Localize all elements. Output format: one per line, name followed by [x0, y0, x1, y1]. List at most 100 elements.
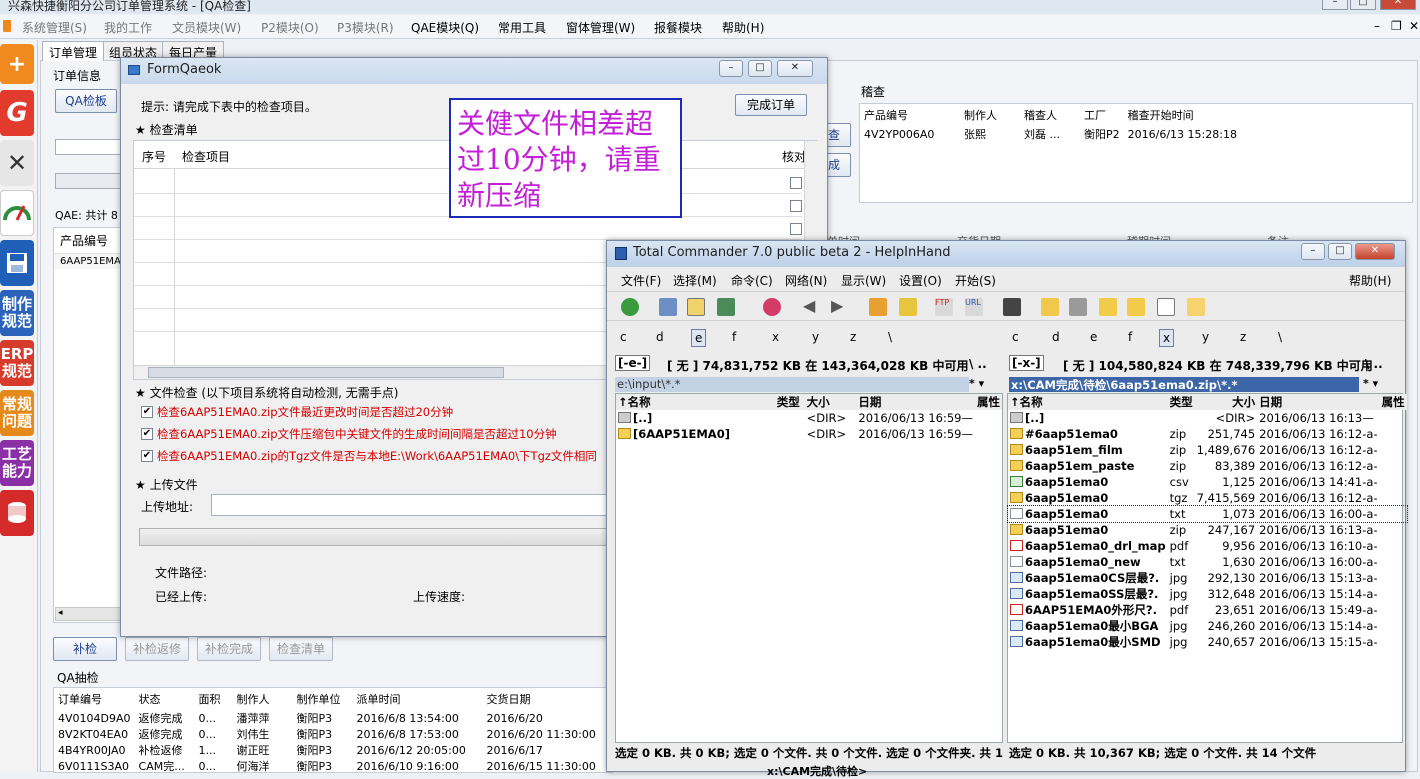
- open-folder-icon[interactable]: [1187, 298, 1205, 316]
- forward-icon[interactable]: ▶: [831, 298, 849, 316]
- notepad-icon[interactable]: [1157, 298, 1175, 316]
- tc-maximize-button[interactable]: □: [1328, 243, 1352, 260]
- drive-d[interactable]: d: [1049, 329, 1063, 347]
- left-path[interactable]: e:\input\*.*: [615, 377, 969, 392]
- menu-p3[interactable]: P3模块(R): [337, 19, 394, 36]
- menu-window[interactable]: 窗体管理(W): [566, 19, 635, 36]
- drive-c[interactable]: c: [617, 329, 630, 347]
- drive-f[interactable]: f: [729, 329, 739, 347]
- form-minimize-button[interactable]: –: [719, 60, 743, 77]
- pack-icon[interactable]: [869, 298, 887, 316]
- file-row[interactable]: 6aap51ema0SS层最?. jpg 312,648 2016/06/13 15:…: [1008, 586, 1407, 602]
- menu-qae[interactable]: QAE模块(Q): [411, 19, 479, 36]
- minimize-button[interactable]: –: [1322, 0, 1348, 10]
- form-close-button[interactable]: ✕: [777, 60, 813, 77]
- hscroll-thumb[interactable]: [148, 367, 504, 378]
- tc-menu-start[interactable]: 开始(S): [955, 272, 996, 289]
- menu-help[interactable]: 帮助(H): [722, 19, 764, 36]
- left-root-button[interactable]: \ ..: [969, 357, 987, 371]
- tc-menu-network[interactable]: 网络(N): [785, 272, 827, 289]
- folder-copy-icon[interactable]: [1041, 298, 1059, 316]
- recheck-button[interactable]: 补检: [53, 637, 117, 661]
- file-row[interactable]: 6aap51ema0 zip 247,167 2016/06/13 16:13-a-: [1008, 522, 1407, 538]
- mdi-minimize-button[interactable]: –: [1374, 19, 1380, 33]
- filter-input[interactable]: [55, 139, 121, 155]
- right-col-type[interactable]: 类型: [1168, 394, 1195, 410]
- drive-network[interactable]: \: [1275, 329, 1285, 347]
- left-col-attr[interactable]: 属性: [975, 394, 1002, 410]
- tc-menu-settings[interactable]: 设置(O): [899, 272, 942, 289]
- sidebar-item-common-issues[interactable]: 常规 问题: [0, 390, 34, 436]
- tc-minimize-button[interactable]: –: [1301, 243, 1325, 260]
- file-row[interactable]: 6aap51ema0 txt 1,073 2016/06/13 16:00-a-: [1007, 505, 1408, 523]
- right-col-attr[interactable]: 属性: [1380, 394, 1407, 410]
- complete-order-button[interactable]: 完成订单: [735, 94, 807, 116]
- file-row[interactable]: 6aap51ema0CS层最?. jpg 292,130 2016/06/13 15:…: [1008, 570, 1407, 586]
- unpack-icon[interactable]: [899, 298, 917, 316]
- upload-address-input[interactable]: [211, 494, 611, 516]
- left-col-type[interactable]: 类型: [775, 394, 805, 410]
- drive-c[interactable]: c: [1009, 329, 1022, 347]
- tc-menu-show[interactable]: 显示(W): [841, 272, 886, 289]
- file-row[interactable]: 6aap51ema0 tgz 7,415,569 2016/06/13 16:12-a…: [1008, 490, 1407, 506]
- recheck-repair-button[interactable]: 补检返修: [125, 637, 189, 661]
- select-icon[interactable]: [763, 298, 781, 316]
- left-history-buttons[interactable]: * ▾: [969, 377, 1003, 390]
- table-row[interactable]: 4V0104D9A0 返修完成 0... 潘萍萍 衡阳P3 2016/6/8 13:54:…: [54, 710, 612, 726]
- tc-menu-file[interactable]: 文件(F): [621, 272, 661, 289]
- drive-f[interactable]: f: [1125, 329, 1135, 347]
- drive-e[interactable]: e: [691, 329, 707, 347]
- folder-sync-icon[interactable]: [1127, 298, 1145, 316]
- url-icon[interactable]: URL: [965, 298, 983, 316]
- sidebar-tools-icon[interactable]: ✕: [0, 140, 34, 186]
- drive-y[interactable]: y: [809, 329, 822, 347]
- right-root-button[interactable]: \ ..: [1365, 357, 1383, 371]
- sidebar-add-icon[interactable]: +: [0, 44, 34, 84]
- command-line[interactable]: x:\CAM完成\待检>: [767, 763, 867, 779]
- right-col-name[interactable]: ↑名称: [1008, 394, 1168, 410]
- file-row[interactable]: 6aap51em_film zip 1,489,676 2016/06/13 16:1…: [1008, 442, 1407, 458]
- sidebar-g-logo-icon[interactable]: G: [0, 90, 34, 136]
- sidebar-item-process-capability[interactable]: 工艺 能力: [0, 440, 34, 486]
- menu-meal[interactable]: 报餐模块: [654, 19, 702, 36]
- refresh-icon[interactable]: [621, 298, 639, 316]
- tc-close-button[interactable]: ✕: [1355, 243, 1395, 260]
- ftp-icon[interactable]: FTP: [935, 298, 953, 316]
- drive-network[interactable]: \: [885, 329, 895, 347]
- file-row[interactable]: [6AAP51EMA0] <DIR> 2016/06/13 16:59—: [616, 426, 1002, 442]
- left-drive-select[interactable]: [-e-]: [615, 355, 651, 371]
- drive-z[interactable]: z: [1237, 329, 1249, 347]
- search-icon[interactable]: [1003, 298, 1021, 316]
- sidebar-gauge-icon[interactable]: [0, 190, 34, 236]
- drive-z[interactable]: z: [847, 329, 859, 347]
- home-icon[interactable]: [1069, 298, 1087, 316]
- sidebar-floppy-icon[interactable]: [0, 240, 34, 286]
- tc-menu-help[interactable]: 帮助(H): [1349, 272, 1391, 289]
- table-row[interactable]: 4B4YR00JA0 补检返修 1... 谢正旺 衡阳P3 2016/6/12 20:05…: [54, 742, 612, 758]
- sidebar-item-make-spec[interactable]: 制作 规范: [0, 290, 34, 336]
- drive-x[interactable]: x: [769, 329, 782, 347]
- file-row[interactable]: [..] <DIR> 2016/06/13 16:59—: [616, 410, 1002, 426]
- mdi-restore-button[interactable]: ❐: [1391, 19, 1402, 33]
- file-row[interactable]: 6aap51ema0_drl_map pdf 9,956 2016/06/13 16:…: [1008, 538, 1407, 554]
- right-path[interactable]: x:\CAM完成\待检\6aap51ema0.zip\*.*: [1009, 377, 1359, 392]
- maximize-button[interactable]: □: [1350, 0, 1376, 10]
- file-row[interactable]: 6AAP51EMA0外形尺?. pdf 23,651 2016/06/13 15:49…: [1008, 602, 1407, 618]
- menu-my-work[interactable]: 我的工作: [104, 19, 152, 36]
- file-row[interactable]: 6aap51em_paste zip 83,389 2016/06/13 16:12-…: [1008, 458, 1407, 474]
- file-row[interactable]: #6aap51ema0 zip 251,745 2016/06/13 16:12-a-: [1008, 426, 1407, 442]
- file-row[interactable]: [..] <DIR> 2016/06/13 16:13—: [1008, 410, 1407, 426]
- check-box[interactable]: [790, 223, 802, 235]
- sidebar-item-erp-spec[interactable]: ERP 规范: [0, 340, 34, 386]
- close-button[interactable]: ✕: [1380, 0, 1416, 10]
- audit-row[interactable]: 4V2YP006A0 张熙 刘磊 ... 衡阳P2 2016/6/13 15:2…: [860, 126, 1412, 142]
- file-row[interactable]: 6aap51ema0_new txt 1,630 2016/06/13 16:00-a…: [1008, 554, 1407, 570]
- table-row[interactable]: 8V2KT04EA0 返修完成 0... 刘伟生 衡阳P3 2016/6/8 17:53:…: [54, 726, 612, 742]
- drive-y[interactable]: y: [1199, 329, 1212, 347]
- file-row[interactable]: 6aap51ema0 csv 1,125 2016/06/13 14:41-a-: [1008, 474, 1407, 490]
- menu-clerk[interactable]: 文员模块(W): [172, 19, 241, 36]
- right-col-date[interactable]: 日期: [1257, 394, 1379, 410]
- qae-list-scrollbar[interactable]: ◂: [55, 607, 125, 621]
- left-col-name[interactable]: ↑名称: [616, 394, 775, 410]
- qa-board-button[interactable]: QA检板: [55, 89, 117, 113]
